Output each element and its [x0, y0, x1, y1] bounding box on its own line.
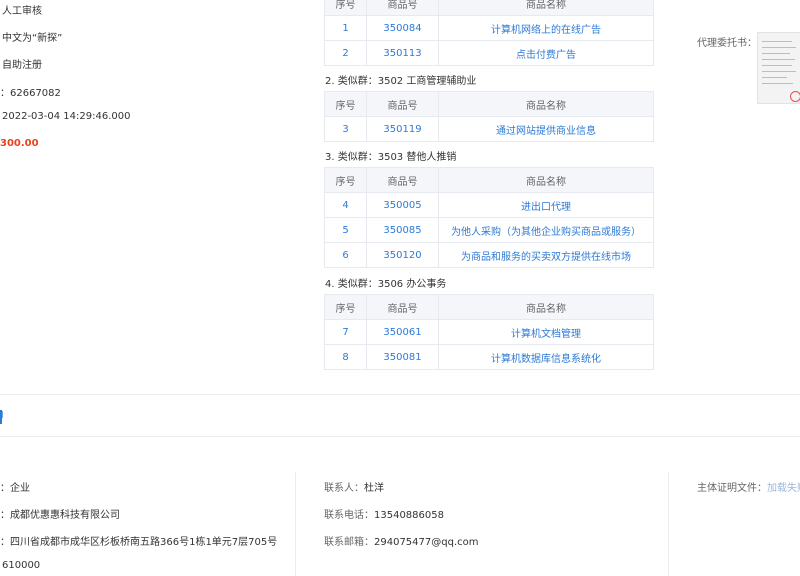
- row-code[interactable]: 350005: [366, 192, 439, 218]
- row-name[interactable]: 计算机文档管理: [438, 319, 654, 345]
- applicant-company-value: ：成都优惠惠科技有限公司: [0, 510, 120, 521]
- table-row: 2 350113 点击付费广告: [324, 40, 654, 66]
- header-name: 商品名称: [438, 167, 654, 193]
- column-divider-2: [668, 472, 669, 576]
- applicant-type-value: ：企业: [0, 483, 30, 494]
- section-marker-text: l: [1, 411, 4, 421]
- row-index: 1: [324, 15, 367, 41]
- table-header-row: 序号 商品号 商品名称: [324, 0, 654, 16]
- table-header-row: 序号 商品号 商品名称: [324, 167, 654, 193]
- table-row: 7 350061 计算机文档管理: [324, 319, 654, 345]
- header-code: 商品号: [366, 91, 439, 117]
- group-4-title: 4. 类似群：3506 办公事务: [325, 279, 447, 290]
- row-index: 7: [324, 319, 367, 345]
- table-row: 5 350085 为他人采购（为其他企业购买商品或服务）: [324, 217, 654, 243]
- row-name[interactable]: 点击付费广告: [438, 40, 654, 66]
- row-code[interactable]: 350084: [366, 15, 439, 41]
- group-3-title: 3. 类似群：3503 替他人推销: [325, 152, 457, 163]
- subject-doc-row: 主体证明文件：加载失败: [697, 479, 800, 494]
- row-code[interactable]: 350119: [366, 116, 439, 142]
- applicant-address-value: ：四川省成都市成华区杉板桥南五路366号1栋1单元7层705号: [0, 537, 278, 548]
- contact-email-value: 294075477@qq.com: [374, 537, 479, 548]
- contact-phone-row: 联系电话：13540886058: [324, 506, 444, 521]
- chinese-meaning-value: 中文为“新探”: [2, 33, 63, 44]
- table-header-row: 序号 商品号 商品名称: [324, 294, 654, 320]
- row-name[interactable]: 进出口代理: [438, 192, 654, 218]
- header-name: 商品名称: [438, 0, 654, 16]
- seal-icon: [790, 91, 800, 102]
- header-code: 商品号: [366, 294, 439, 320]
- row-code[interactable]: 350085: [366, 217, 439, 243]
- order-id-value: ：62667082: [0, 88, 61, 99]
- contact-person-label: 联系人：: [324, 483, 364, 494]
- header-index: 序号: [324, 0, 367, 16]
- goods-table-group-4: 序号 商品号 商品名称 7 350061 计算机文档管理 8 350081 计算…: [324, 294, 654, 370]
- agent-letter-thumbnail[interactable]: [757, 32, 800, 104]
- row-index: 2: [324, 40, 367, 66]
- row-code[interactable]: 350081: [366, 344, 439, 370]
- goods-table-group-2: 序号 商品号 商品名称 3 350119 通过网站提供商业信息: [324, 91, 654, 142]
- row-index: 8: [324, 344, 367, 370]
- header-name: 商品名称: [438, 294, 654, 320]
- goods-table-group-1: 序号 商品号 商品名称 1 350084 计算机网络上的在线广告 2 35011…: [324, 0, 654, 66]
- row-index: 3: [324, 116, 367, 142]
- group-2-title: 2. 类似群：3502 工商管理辅助业: [325, 76, 477, 87]
- datetime-value: 2022-03-04 14:29:46.000: [2, 111, 131, 122]
- contact-phone-value: 13540886058: [374, 510, 444, 521]
- register-method-value: 自助注册: [2, 60, 42, 71]
- agent-letter-label: 代理委托书：: [697, 38, 757, 49]
- contact-phone-label: 联系电话：: [324, 510, 374, 521]
- header-index: 序号: [324, 294, 367, 320]
- row-name[interactable]: 计算机数据库信息系统化: [438, 344, 654, 370]
- header-code: 商品号: [366, 167, 439, 193]
- section-divider-bottom: [0, 436, 800, 437]
- column-divider-1: [295, 472, 296, 576]
- review-type-value: 人工审核: [2, 6, 42, 17]
- row-code[interactable]: 350061: [366, 319, 439, 345]
- row-name[interactable]: 为他人采购（为其他企业购买商品或服务）: [438, 217, 654, 243]
- contact-email-row: 联系邮箱：294075477@qq.com: [324, 533, 479, 548]
- row-name[interactable]: 通过网站提供商业信息: [438, 116, 654, 142]
- table-row: 4 350005 进出口代理: [324, 192, 654, 218]
- header-code: 商品号: [366, 0, 439, 16]
- contact-person-value: 杜洋: [364, 483, 384, 494]
- row-index: 6: [324, 242, 367, 268]
- section-divider-top: [0, 394, 800, 395]
- row-code[interactable]: 350120: [366, 242, 439, 268]
- table-row: 3 350119 通过网站提供商业信息: [324, 116, 654, 142]
- row-name[interactable]: 计算机网络上的在线广告: [438, 15, 654, 41]
- price-value: 300.00: [0, 138, 39, 149]
- row-code[interactable]: 350113: [366, 40, 439, 66]
- table-row: 1 350084 计算机网络上的在线广告: [324, 15, 654, 41]
- contact-email-label: 联系邮箱：: [324, 537, 374, 548]
- table-row: 8 350081 计算机数据库信息系统化: [324, 344, 654, 370]
- table-header-row: 序号 商品号 商品名称: [324, 91, 654, 117]
- applicant-postcode-value: 610000: [2, 560, 41, 571]
- row-index: 5: [324, 217, 367, 243]
- subject-doc-label: 主体证明文件：: [697, 483, 767, 494]
- header-index: 序号: [324, 167, 367, 193]
- table-row: 6 350120 为商品和服务的买卖双方提供在线市场: [324, 242, 654, 268]
- row-index: 4: [324, 192, 367, 218]
- header-index: 序号: [324, 91, 367, 117]
- subject-doc-link[interactable]: 加载失败: [767, 483, 800, 494]
- row-name[interactable]: 为商品和服务的买卖双方提供在线市场: [438, 242, 654, 268]
- contact-person-row: 联系人：杜洋: [324, 479, 384, 494]
- goods-table-group-3: 序号 商品号 商品名称 4 350005 进出口代理 5 350085 为他人采…: [324, 167, 654, 268]
- header-name: 商品名称: [438, 91, 654, 117]
